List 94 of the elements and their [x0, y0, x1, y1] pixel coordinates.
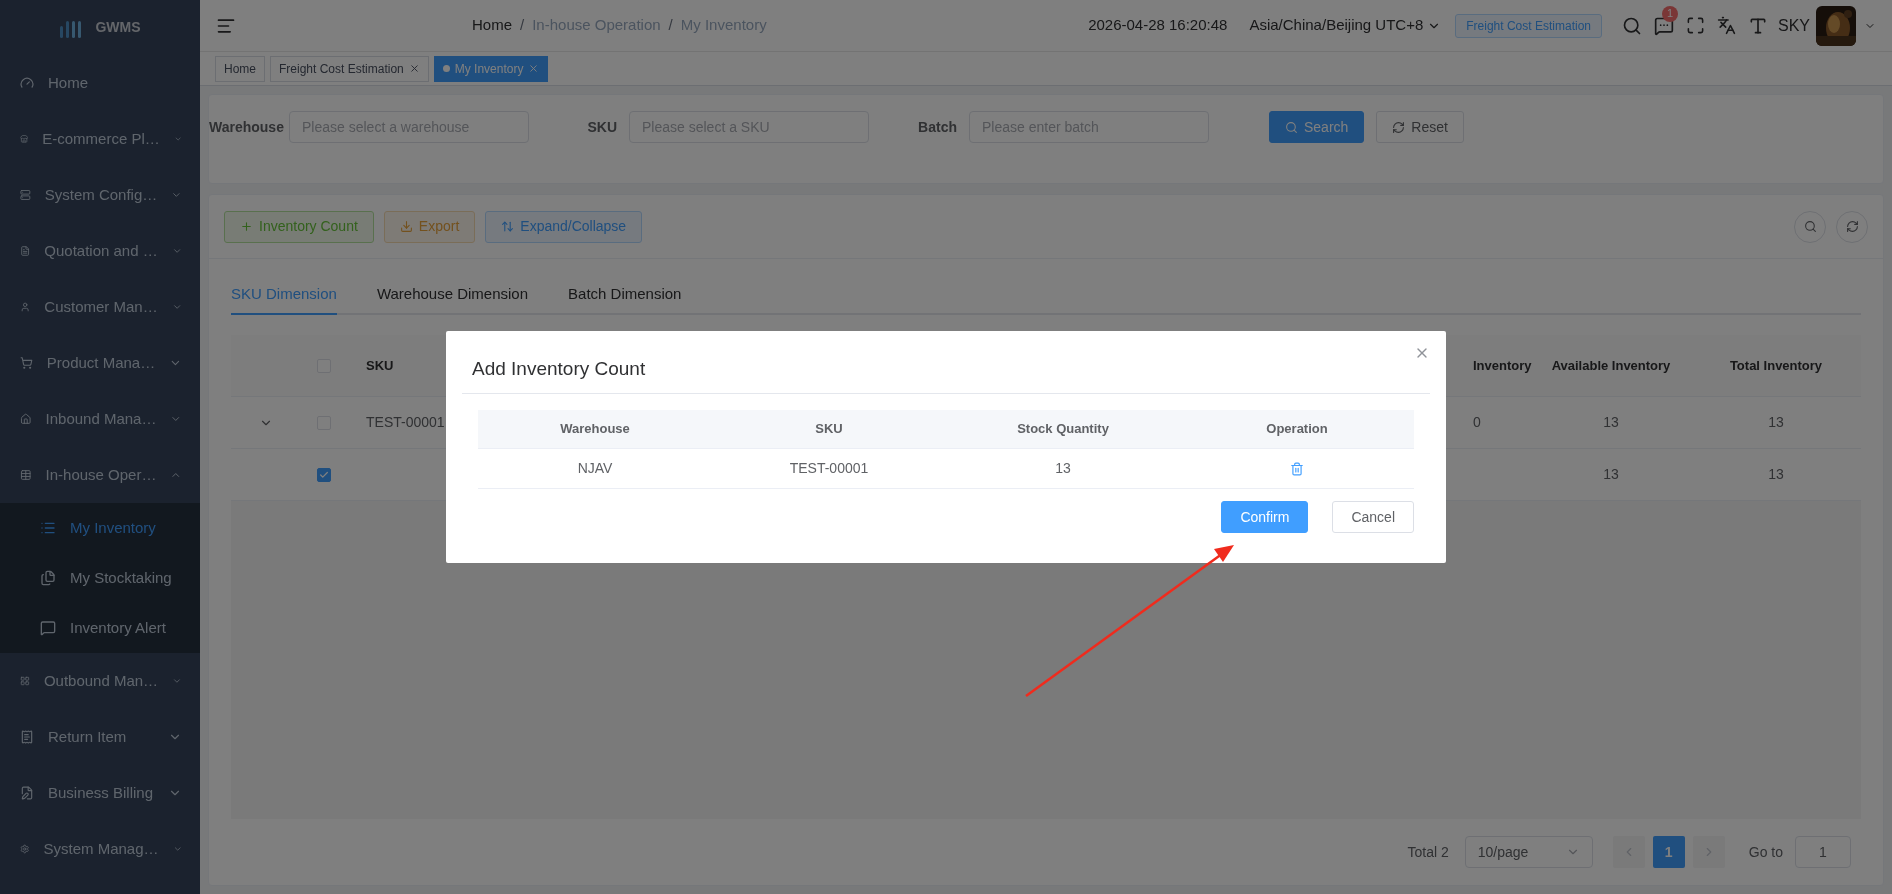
- datetime: 2026-04-28 16:20:48: [1088, 15, 1228, 36]
- menu-item[interactable]: Outbound Man…: [0, 653, 200, 709]
- menu-item[interactable]: E-commerce Pl…: [0, 111, 200, 167]
- filter-label: Warehouse: [209, 117, 285, 137]
- menu-item[interactable]: Home: [0, 55, 200, 111]
- dimension-tab[interactable]: Batch Dimension: [568, 282, 682, 315]
- filter-button[interactable]: Search: [1269, 111, 1365, 143]
- dialog-title: Add Inventory Count: [472, 356, 646, 381]
- toolbar-button[interactable]: Inventory Count: [224, 210, 374, 243]
- menu-item[interactable]: In-house Oper…: [0, 447, 200, 503]
- message-icon[interactable]: [1654, 15, 1674, 36]
- column-header: Total Inventory: [1729, 356, 1823, 375]
- search-icon[interactable]: [1622, 15, 1642, 36]
- edit-document-icon: [20, 786, 34, 800]
- table-cell-text: NJAV: [577, 459, 613, 478]
- search-icon: [1285, 120, 1298, 134]
- goto-label: Go to: [1748, 842, 1783, 862]
- column-header: Stock Quantity: [1017, 420, 1109, 439]
- menu-item[interactable]: Quotation and …: [0, 223, 200, 279]
- close-icon[interactable]: [408, 63, 420, 74]
- page-tag[interactable]: My Inventory: [433, 55, 549, 82]
- toolbar-button[interactable]: Expand/Collapse: [485, 210, 643, 243]
- breadcrumb-item[interactable]: Home: [472, 14, 512, 37]
- filter-label: SKU: [586, 117, 618, 137]
- sort-arrows-icon: [501, 220, 515, 233]
- submenu-item[interactable]: Inventory Alert: [0, 603, 200, 653]
- dialog-button[interactable]: Confirm: [1221, 501, 1309, 533]
- column-header: SKU: [815, 420, 843, 439]
- store-icon: [20, 132, 29, 146]
- table-cell-text: 13: [1603, 413, 1619, 432]
- filter-label: Batch: [917, 117, 958, 137]
- close-icon[interactable]: [528, 63, 540, 74]
- refresh-icon: [1845, 220, 1859, 233]
- refresh-icon: [1392, 120, 1406, 134]
- timezone-select[interactable]: Asia/China/Beijing UTC+8: [1249, 14, 1442, 37]
- filter-button[interactable]: Reset: [1376, 111, 1464, 143]
- checkbox[interactable]: [316, 467, 331, 482]
- column-header: SKU: [366, 357, 394, 373]
- dimension-tab[interactable]: SKU Dimension: [231, 282, 337, 315]
- page-tag[interactable]: Freight Cost Estimation: [270, 55, 429, 82]
- chat-icon: [40, 620, 56, 636]
- page-tag[interactable]: Home: [215, 55, 265, 82]
- menu-item[interactable]: System Config…: [0, 167, 200, 223]
- freight-button[interactable]: Freight Cost Estimation: [1455, 13, 1602, 38]
- menu-item[interactable]: Product Mana…: [0, 335, 200, 391]
- check-icon: [318, 469, 329, 480]
- table-cell-text: 13: [1768, 413, 1784, 432]
- submenu-item[interactable]: My Stocktaking: [0, 553, 200, 603]
- gear-icon: [20, 842, 30, 856]
- tiles-icon: [20, 674, 30, 688]
- table-cell-text: 13: [1055, 459, 1071, 478]
- logo-text: GWMS: [95, 18, 141, 37]
- files-icon: [40, 570, 56, 586]
- column-header: Available Inventory: [1551, 356, 1671, 375]
- table-cell-text: TEST-00001: [789, 459, 869, 478]
- delete-icon[interactable]: [1290, 461, 1304, 476]
- list-icon: [40, 520, 56, 536]
- submenu-item[interactable]: My Inventory: [0, 503, 200, 553]
- document-icon: [20, 244, 31, 258]
- menu-item[interactable]: Return Item: [0, 709, 200, 765]
- page-size-select[interactable]: 10/page: [1464, 836, 1593, 868]
- cart-icon: [20, 356, 33, 370]
- menu-item[interactable]: Inbound Mana…: [0, 391, 200, 447]
- breadcrumb-separator: /: [668, 15, 673, 36]
- download-icon: [399, 220, 413, 233]
- table-cell-text: 13: [1603, 465, 1619, 484]
- table-cell: TEST-00001: [366, 414, 445, 430]
- page-button[interactable]: 1: [1652, 836, 1685, 868]
- house-icon: [20, 412, 32, 426]
- dimension-tab[interactable]: Warehouse Dimension: [376, 282, 529, 315]
- server-icon: [20, 188, 31, 202]
- menu-item[interactable]: Customer Man…: [0, 279, 200, 335]
- grid-icon: [20, 468, 32, 482]
- total-count: Total 2: [1407, 842, 1449, 862]
- table-cell: 0: [1473, 414, 1481, 430]
- column-header: Inventory: [1473, 357, 1532, 373]
- menu-item[interactable]: System Manag…: [0, 821, 200, 877]
- user-icon: [20, 300, 31, 314]
- receipt-icon: [20, 730, 34, 744]
- breadcrumb-separator: /: [520, 15, 525, 36]
- goto-field[interactable]: 1: [1795, 836, 1851, 868]
- translate-icon[interactable]: [1717, 16, 1736, 35]
- notification-badge: 1: [1662, 5, 1678, 22]
- plus-icon: [240, 220, 253, 233]
- fullscreen-icon[interactable]: [1686, 16, 1705, 35]
- column-header: Operation: [1266, 420, 1328, 439]
- menu-item[interactable]: Business Billing: [0, 765, 200, 821]
- search-icon: [1803, 220, 1817, 233]
- user-name: SKY: [1778, 15, 1810, 36]
- table-cell-text: 13: [1768, 465, 1784, 484]
- column-header: Warehouse: [560, 420, 630, 439]
- toolbar-button[interactable]: Export: [383, 210, 476, 243]
- dialog-button[interactable]: Cancel: [1332, 501, 1414, 533]
- gauge-icon: [20, 76, 34, 90]
